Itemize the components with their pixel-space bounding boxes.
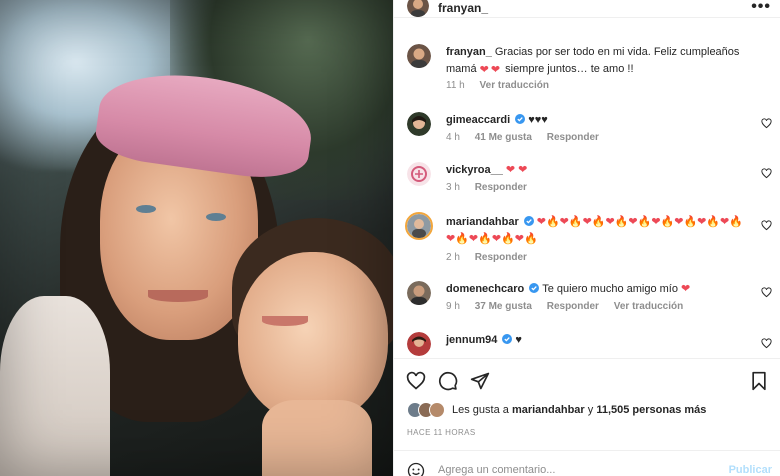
verified-badge-icon (523, 216, 534, 226)
more-options-icon[interactable]: ••• (751, 0, 771, 16)
verified-badge-icon (529, 283, 540, 293)
comment-body: ♥ (515, 334, 522, 346)
comment-text: mariandahbar ❤🔥❤🔥❤🔥❤🔥❤🔥❤🔥❤🔥❤🔥❤🔥❤🔥❤🔥❤🔥❤🔥 (446, 214, 743, 248)
reply-button[interactable]: Responder (547, 301, 599, 312)
comment-like-count[interactable]: 41 Me gusta (475, 132, 532, 143)
commenter-avatar[interactable] (407, 112, 431, 136)
likes-summary: Les gusta a mariandahbar y 11,505 person… (407, 402, 777, 420)
liker-avatar (429, 402, 445, 418)
comment-username[interactable]: vickyroa__ (446, 164, 503, 176)
comment-username[interactable]: domenechcaro (446, 283, 524, 295)
caption-meta: 11 h Ver traducción (446, 80, 561, 91)
caption-text-part: siempre juntos… te amo !! (502, 63, 634, 75)
comment-meta: 4 h 41 Me gusta Responder (446, 132, 611, 143)
photo-vignette (0, 0, 393, 476)
comment-text: jennum94 ♥ (446, 332, 753, 349)
instagram-post-view: franyan_ ••• franyan_ Gracias por ser tod… (0, 0, 780, 476)
comment-text: domenechcaro Te quiero mucho amigo mío ❤ (446, 281, 753, 298)
save-bookmark-icon[interactable] (749, 371, 769, 391)
caption-text: franyan_ Gracias por ser todo en mi vida.… (446, 44, 753, 79)
comment-composer: Publicar (394, 450, 780, 476)
comment-like-count[interactable]: 37 Me gusta (475, 301, 532, 312)
heart-emoji-icon: ❤ (681, 283, 691, 295)
caption-avatar[interactable] (407, 44, 431, 68)
comments-list[interactable]: franyan_ Gracias por ser todo en mi vida.… (394, 26, 780, 356)
comment-time[interactable]: 2 h (446, 252, 460, 263)
commenter-avatar[interactable] (407, 162, 431, 186)
comment-meta: 9 h 37 Me gusta Responder Ver traducción (446, 301, 695, 312)
comment-input[interactable] (438, 461, 708, 476)
heart-emoji-icon: ❤ ❤ (505, 164, 528, 176)
comment-text: vickyroa__ ❤ ❤ (446, 162, 753, 179)
reply-button[interactable]: Responder (475, 252, 527, 263)
comment-body: Te quiero mucho amigo mío (542, 283, 682, 295)
see-translation-link[interactable]: Ver traducción (614, 301, 683, 312)
post-side-panel: franyan_ ••• franyan_ Gracias por ser tod… (393, 0, 780, 476)
see-translation-link[interactable]: Ver traducción (480, 80, 549, 91)
comment-time[interactable]: 9 h (446, 301, 460, 312)
verified-badge-icon (515, 114, 526, 124)
emoji-smiley-icon[interactable] (407, 462, 425, 476)
comment-text: gimeaccardi ♥♥♥ (446, 112, 753, 129)
comment-bubble-icon[interactable] (438, 371, 458, 391)
like-comment-heart-icon[interactable] (761, 118, 772, 129)
verified-badge-icon (502, 334, 513, 344)
author-avatar[interactable] (407, 0, 429, 17)
likes-middle: y (584, 404, 597, 416)
post-photo[interactable] (0, 0, 393, 476)
commenter-avatar[interactable] (407, 281, 431, 305)
comment-body: ♥♥♥ (528, 114, 548, 126)
post-header: franyan_ ••• (394, 0, 780, 18)
comment-username[interactable]: gimeaccardi (446, 114, 510, 126)
commenter-avatar[interactable] (407, 332, 431, 356)
likes-text: Les gusta a mariandahbar y 11,505 person… (452, 404, 706, 416)
reply-button[interactable]: Responder (475, 182, 527, 193)
comment-username[interactable]: jennum94 (446, 334, 497, 346)
share-paper-plane-icon[interactable] (470, 371, 490, 391)
heart-emoji-icon: ❤ (479, 64, 489, 76)
likes-prefix: Les gusta a (452, 404, 512, 416)
author-username[interactable]: franyan_ (438, 1, 488, 15)
like-heart-icon[interactable] (406, 371, 426, 391)
commenter-avatar-story-ring[interactable] (405, 212, 433, 240)
caption-time[interactable]: 11 h (446, 80, 465, 91)
reply-button[interactable]: Responder (547, 132, 599, 143)
comment-time[interactable]: 4 h (446, 132, 460, 143)
likes-first-user[interactable]: mariandahbar (512, 404, 585, 416)
heart-emoji-icon: ❤ (490, 64, 501, 76)
publish-comment-button[interactable]: Publicar (729, 464, 772, 476)
comment-time[interactable]: 3 h (446, 182, 460, 193)
post-timestamp[interactable]: HACE 11 HORAS (407, 428, 476, 437)
like-comment-heart-icon[interactable] (761, 220, 772, 231)
like-comment-heart-icon[interactable] (761, 287, 772, 298)
like-comment-heart-icon[interactable] (761, 338, 772, 349)
caption-username[interactable]: franyan_ (446, 46, 492, 58)
post-action-bar (394, 358, 780, 400)
likes-count[interactable]: 11,505 personas más (596, 404, 706, 416)
liker-avatars[interactable] (407, 402, 449, 418)
comment-meta: 3 h Responder (446, 182, 539, 193)
like-comment-heart-icon[interactable] (761, 168, 772, 179)
comment-meta: 2 h Responder (446, 252, 539, 263)
comment-username[interactable]: mariandahbar (446, 216, 519, 228)
